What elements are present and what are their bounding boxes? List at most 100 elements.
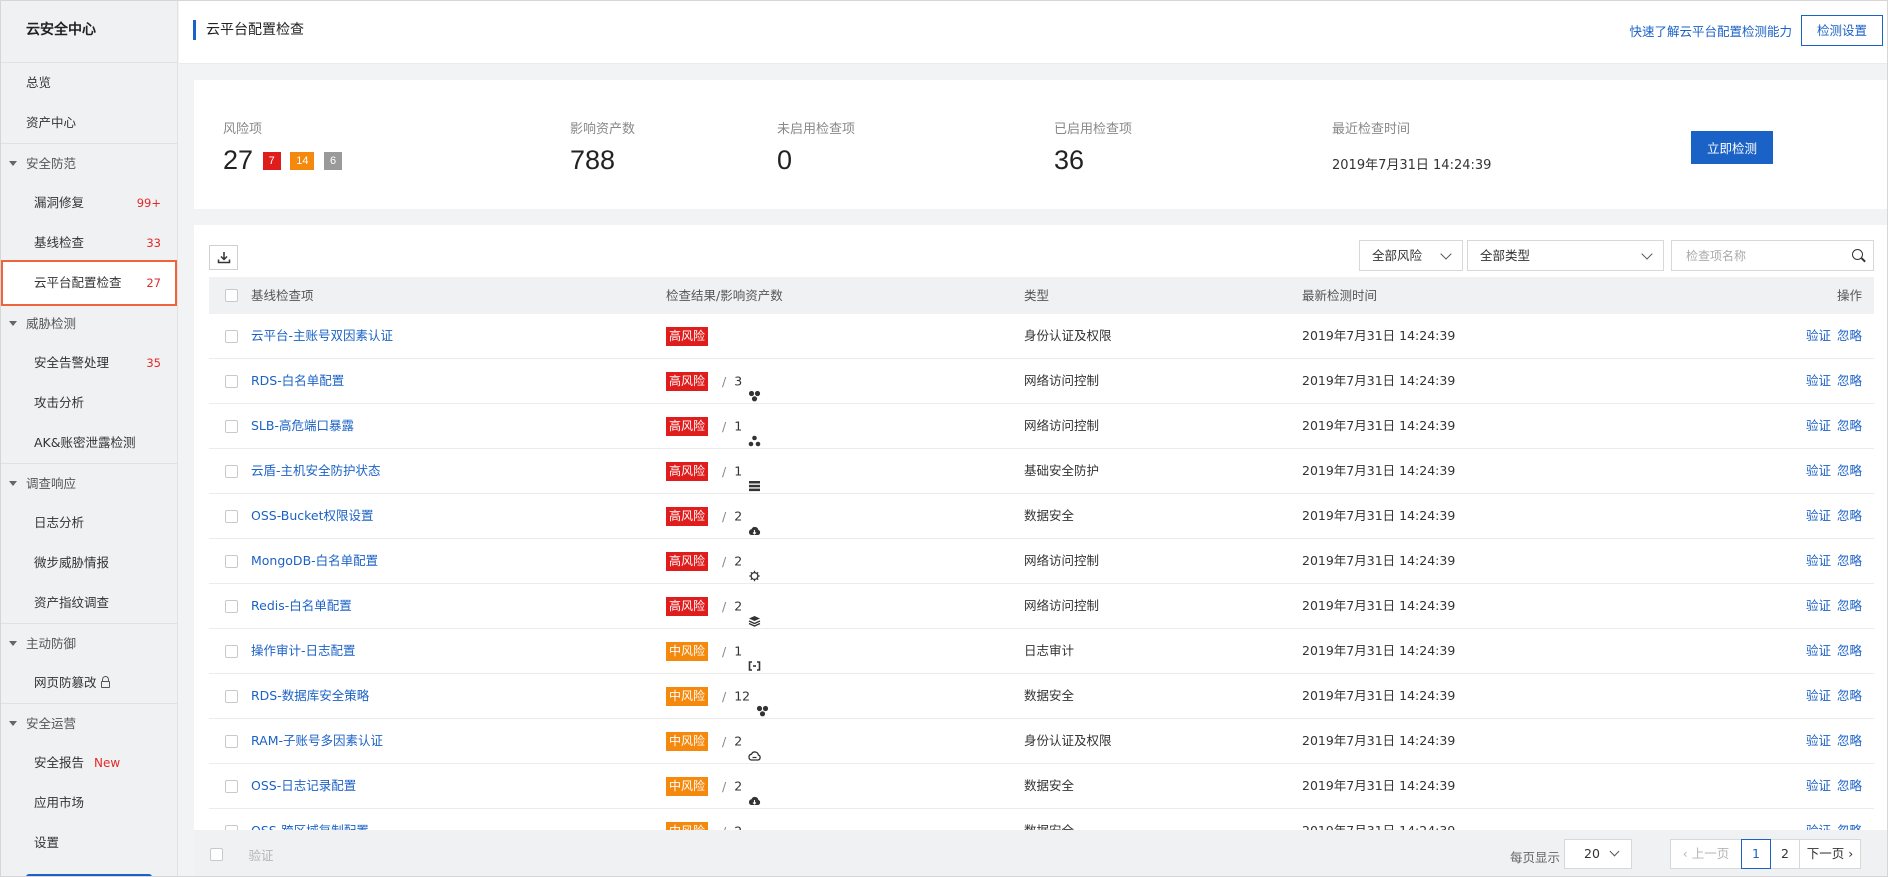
check-item-link[interactable]: RDS-白名单配置 <box>251 373 344 388</box>
stat-enabled: 已启用检查项 36 <box>1054 118 1132 176</box>
sidebar-group-operations[interactable]: 安全运营 <box>1 703 177 743</box>
ignore-link[interactable]: 忽略 <box>1837 778 1862 793</box>
check-time: 2019年7月31日 14:24:39 <box>1302 328 1456 343</box>
ignore-link[interactable]: 忽略 <box>1837 508 1862 523</box>
ignore-link[interactable]: 忽略 <box>1837 688 1862 703</box>
result-separator: / <box>722 643 727 659</box>
check-time: 2019年7月31日 14:24:39 <box>1302 373 1456 388</box>
download-button[interactable] <box>209 245 238 270</box>
type-filter-select[interactable]: 全部类型 <box>1467 240 1664 271</box>
prev-page-button[interactable]: ‹ 上一页 <box>1670 839 1742 869</box>
check-item-link[interactable]: RAM-子账号多因素认证 <box>251 733 383 748</box>
per-page-label: 每页显示 <box>1510 850 1561 865</box>
check-item-link[interactable]: MongoDB-白名单配置 <box>251 553 378 568</box>
verify-link[interactable]: 验证 <box>1806 418 1831 433</box>
ignore-link[interactable]: 忽略 <box>1837 463 1862 478</box>
sidebar-item-vuln-fix[interactable]: 漏洞修复 99+ <box>1 183 177 223</box>
verify-link[interactable]: 验证 <box>1806 643 1831 658</box>
sidebar-item-overview[interactable]: 总览 <box>1 63 177 103</box>
check-settings-button[interactable]: 检测设置 <box>1801 15 1883 46</box>
check-item-link[interactable]: 云盾-主机安全防护状态 <box>251 463 381 478</box>
row-checkbox[interactable] <box>225 510 238 523</box>
verify-link[interactable]: 验证 <box>1806 733 1831 748</box>
row-checkbox[interactable] <box>225 330 238 343</box>
sidebar-item-ak-leak[interactable]: AK&账密泄露检测 <box>1 423 177 463</box>
ignore-link[interactable]: 忽略 <box>1837 418 1862 433</box>
ignore-link[interactable]: 忽略 <box>1837 643 1862 658</box>
sidebar-group-threat-detection[interactable]: 威胁检测 <box>1 303 177 343</box>
ignore-link[interactable]: 忽略 <box>1837 373 1862 388</box>
check-time: 2019年7月31日 14:24:39 <box>1302 508 1456 523</box>
check-item-link[interactable]: RDS-数据库安全策略 <box>251 688 369 703</box>
sidebar-group-investigation[interactable]: 调查响应 <box>1 463 177 503</box>
stat-label: 已启用检查项 <box>1054 122 1133 137</box>
check-item-link[interactable]: Redis-白名单配置 <box>251 598 352 613</box>
ignore-link[interactable]: 忽略 <box>1837 553 1862 568</box>
quick-guide-link[interactable]: 快速了解云平台配置检测能力 <box>1629 21 1792 40</box>
row-checkbox[interactable] <box>225 465 238 478</box>
sidebar-item-security-report[interactable]: 安全报告 New <box>1 743 177 783</box>
sidebar-item-marketplace[interactable]: 应用市场 <box>1 783 177 823</box>
verify-link[interactable]: 验证 <box>1806 688 1831 703</box>
row-checkbox[interactable] <box>225 555 238 568</box>
sidebar-item-threat-intel[interactable]: 微步威胁情报 <box>1 543 177 583</box>
row-checkbox[interactable] <box>225 420 238 433</box>
sidebar-item-label: 设置 <box>34 835 60 850</box>
sidebar-item-log-analysis[interactable]: 日志分析 <box>1 503 177 543</box>
verify-link[interactable]: 验证 <box>1806 328 1831 343</box>
row-checkbox[interactable] <box>225 645 238 658</box>
select-all-checkbox[interactable] <box>225 289 238 302</box>
search-input[interactable] <box>1672 241 1842 270</box>
check-now-button[interactable]: 立即检测 <box>1691 131 1773 164</box>
sidebar-item-assets[interactable]: 资产中心 <box>1 103 177 143</box>
page-1-button[interactable]: 1 <box>1741 839 1771 869</box>
check-time: 2019年7月31日 14:24:39 <box>1302 733 1456 748</box>
sidebar-group-label: 安全运营 <box>26 716 77 731</box>
check-type: 网络访问控制 <box>1024 598 1100 613</box>
row-checkbox[interactable] <box>225 735 238 748</box>
result-separator: / <box>722 688 727 704</box>
sidebar-group-protection[interactable]: 安全防范 <box>1 143 177 183</box>
check-result: 高风险 / 1 <box>666 449 761 494</box>
row-checkbox[interactable] <box>225 375 238 388</box>
sidebar-item-settings[interactable]: 设置 <box>1 823 177 863</box>
ignore-link[interactable]: 忽略 <box>1837 328 1862 343</box>
verify-link[interactable]: 验证 <box>1806 373 1831 388</box>
verify-link[interactable]: 验证 <box>1806 778 1831 793</box>
check-item-link[interactable]: OSS-Bucket权限设置 <box>251 508 374 523</box>
sidebar-item-baseline[interactable]: 基线检查 33 <box>1 223 177 263</box>
row-checkbox[interactable] <box>225 780 238 793</box>
verify-link[interactable]: 验证 <box>1806 508 1831 523</box>
sidebar-item-alerts[interactable]: 安全告警处理 35 <box>1 343 177 383</box>
check-result: 高风险 / 1 <box>666 404 761 449</box>
next-page-button[interactable]: 下一页 › <box>1799 839 1861 869</box>
check-item-link[interactable]: SLB-高危端口暴露 <box>251 418 354 433</box>
count-badge: 33 <box>146 236 161 250</box>
check-item-link[interactable]: 操作审计-日志配置 <box>251 643 356 658</box>
table-row: RDS-白名单配置 高风险 / 3 网络访问控制 2019年7月31日 14:24:39 验… <box>209 359 1874 404</box>
row-checkbox[interactable] <box>225 690 238 703</box>
check-item-link[interactable]: OSS-日志记录配置 <box>251 778 356 793</box>
footer-select-all-checkbox[interactable] <box>210 848 223 861</box>
page-2-button[interactable]: 2 <box>1770 839 1800 869</box>
stat-label: 风险项 <box>223 122 263 137</box>
ignore-link[interactable]: 忽略 <box>1837 733 1862 748</box>
sidebar-item-attack-analysis[interactable]: 攻击分析 <box>1 383 177 423</box>
table-row: 云平台-主账号双因素认证 高风险 身份认证及权限 2019年7月31日 14:24:3… <box>209 314 1874 359</box>
search-icon[interactable] <box>1852 249 1863 260</box>
server-icon <box>748 466 761 491</box>
row-checkbox[interactable] <box>225 600 238 613</box>
sidebar-group-active-defense[interactable]: 主动防御 <box>1 623 177 663</box>
chevron-down-icon <box>1440 248 1452 260</box>
sidebar-item-tamper-protection[interactable]: 网页防篡改 <box>1 663 177 703</box>
risk-filter-select[interactable]: 全部风险 <box>1359 240 1463 271</box>
sidebar-item-fingerprint[interactable]: 资产指纹调查 <box>1 583 177 623</box>
verify-link[interactable]: 验证 <box>1806 598 1831 613</box>
page-size-select[interactable]: 20 <box>1564 839 1632 869</box>
batch-verify-button[interactable]: 验证 <box>231 839 291 869</box>
verify-link[interactable]: 验证 <box>1806 463 1831 478</box>
sidebar-item-cloud-config-check[interactable]: 云平台配置检查 27 <box>1 260 177 306</box>
verify-link[interactable]: 验证 <box>1806 553 1831 568</box>
ignore-link[interactable]: 忽略 <box>1837 598 1862 613</box>
check-item-link[interactable]: 云平台-主账号双因素认证 <box>251 328 393 343</box>
